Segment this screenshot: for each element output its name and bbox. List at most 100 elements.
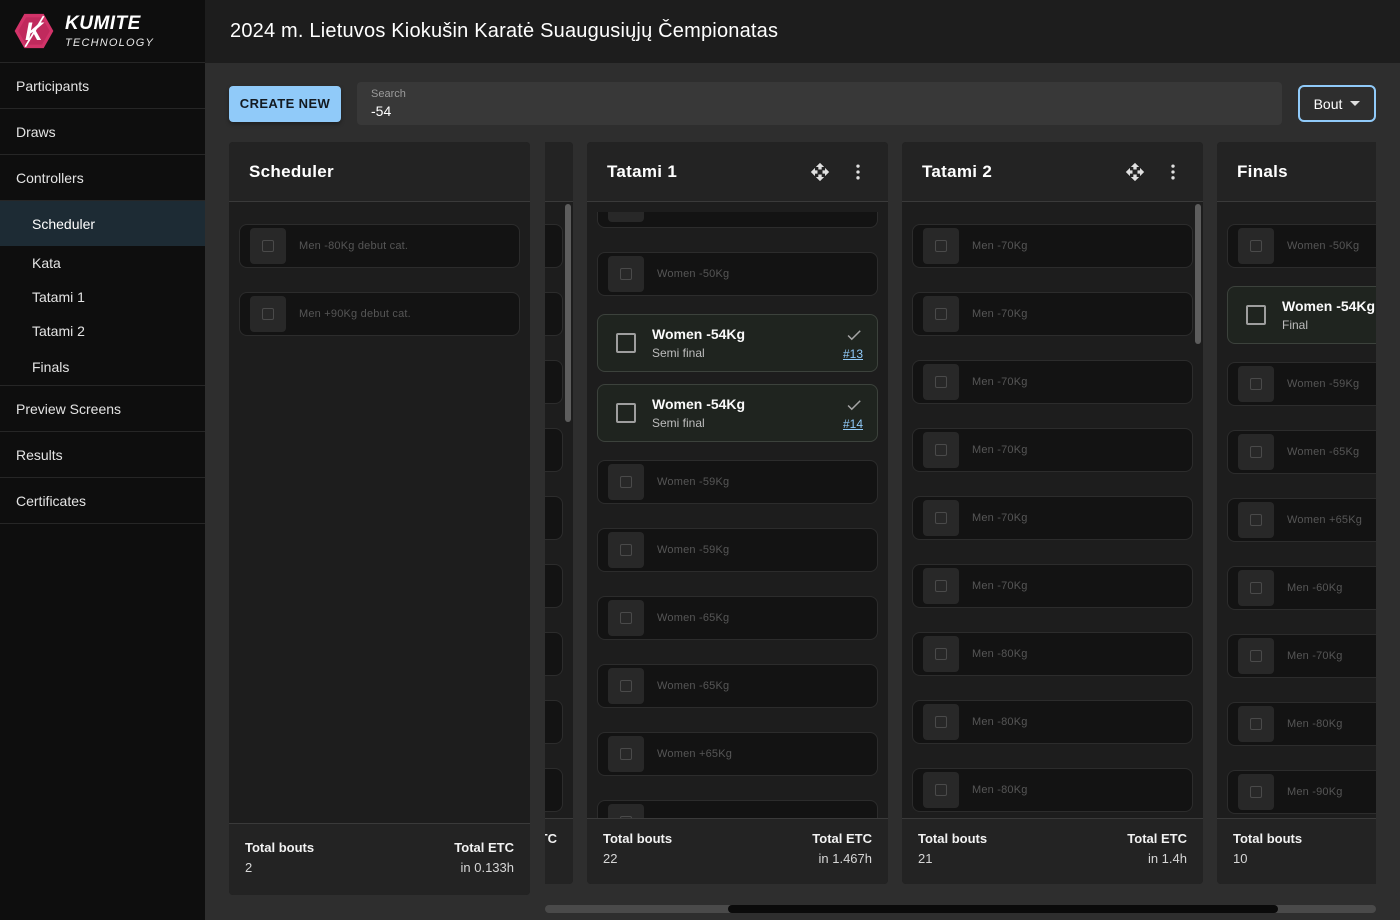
checkbox-placeholder-icon [1238, 366, 1274, 402]
checkbox-placeholder-icon [923, 772, 959, 808]
sidebar-item-participants[interactable]: Participants [0, 63, 205, 109]
bout-card[interactable]: Women -50Kg [597, 252, 878, 296]
checkbox-placeholder-icon [1238, 228, 1274, 264]
column-menu-icon[interactable] [848, 162, 868, 182]
move-column-icon[interactable] [810, 162, 830, 182]
move-column-icon[interactable] [1125, 162, 1145, 182]
bout-card[interactable]: Women -50Kg [1227, 224, 1376, 268]
checkbox-placeholder-icon [608, 804, 644, 818]
bout-card[interactable]: Men -90Kg [1227, 770, 1376, 814]
checkbox-placeholder-icon [1238, 570, 1274, 606]
bout-card[interactable]: Men -80Kg debut cat. [239, 224, 520, 268]
checkbox-placeholder-icon [608, 464, 644, 500]
sidebar-item-kata[interactable]: Kata [0, 246, 205, 280]
checkbox-placeholder-icon [1238, 638, 1274, 674]
horizontal-scrollbar-thumb[interactable] [728, 905, 1278, 913]
app-logo: K KUMITE TECHNOLOGY [0, 0, 205, 63]
bout-card[interactable]: Men -70Kg [912, 564, 1193, 608]
column-finals: Finals Women -50Kg Women -54Kg Final [1217, 142, 1376, 884]
bout-card[interactable]: Women -65Kg [597, 596, 878, 640]
sidebar-item-scheduler[interactable]: Scheduler [0, 201, 205, 246]
sidebar-item-certificates[interactable]: Certificates [0, 478, 205, 524]
bout-card[interactable] [545, 632, 563, 676]
bout-checkbox[interactable] [1246, 305, 1266, 325]
checkbox-placeholder-icon [923, 704, 959, 740]
sidebar-item-tatami-2[interactable]: Tatami 2 [0, 314, 205, 348]
checkbox-placeholder-icon [923, 296, 959, 332]
bout-card[interactable]: Women -59Kg [597, 460, 878, 504]
column-tatami-2-footer: Total bouts 21 Total ETC in 1.4h [902, 818, 1203, 884]
main-content: CREATE NEW Search -54 Bout Scheduler Men… [205, 63, 1400, 920]
bout-card[interactable] [545, 700, 563, 744]
column-tatami-1-header: Tatami 1 [587, 142, 888, 202]
bout-card[interactable] [545, 496, 563, 540]
create-new-button[interactable]: CREATE NEW [229, 86, 341, 122]
bout-card[interactable]: Men -70Kg [912, 224, 1193, 268]
brand-text: KUMITE TECHNOLOGY [65, 13, 154, 49]
bout-card[interactable] [545, 768, 563, 812]
total-bouts-value: 10 [1233, 851, 1302, 866]
bout-card[interactable]: Women -65Kg [597, 664, 878, 708]
total-etc-label: Total ETC [545, 831, 557, 846]
columns-scroll-region: Total ETC Tatami 1 [545, 142, 1376, 884]
bout-number-link[interactable]: #13 [843, 347, 863, 361]
checkbox-placeholder-icon [923, 500, 959, 536]
checkbox-placeholder-icon [1238, 774, 1274, 810]
column-title: Finals [1237, 162, 1288, 182]
bout-checkbox[interactable] [616, 403, 636, 423]
column-menu-icon[interactable] [1163, 162, 1183, 182]
page-title: 2024 m. Lietuvos Kiokušin Karatė Suaugus… [230, 20, 778, 43]
bout-card-partial[interactable] [597, 800, 878, 818]
checkbox-placeholder-icon [923, 568, 959, 604]
sidebar-item-results[interactable]: Results [0, 432, 205, 478]
bout-card-selected[interactable]: Women -54Kg Final [1227, 286, 1376, 344]
total-etc-label: Total ETC [1127, 831, 1187, 846]
bout-card[interactable]: Men -80Kg [1227, 702, 1376, 746]
sidebar-item-finals[interactable]: Finals [0, 348, 205, 386]
column-tatami-2-list: Men -70Kg Men -70Kg Men -70Kg Men -70Kg [902, 202, 1203, 818]
bout-checkbox[interactable] [616, 333, 636, 353]
horizontal-scrollbar-track[interactable] [545, 905, 1376, 913]
bout-number-link[interactable]: #14 [843, 417, 863, 431]
sidebar-item-preview-screens[interactable]: Preview Screens [0, 386, 205, 432]
bout-card[interactable] [545, 428, 563, 472]
total-bouts-label: Total bouts [603, 831, 672, 846]
bout-card[interactable]: Women -59Kg [597, 528, 878, 572]
toolbar: CREATE NEW Search -54 Bout [229, 82, 1376, 125]
bout-card[interactable]: Men -80Kg [912, 700, 1193, 744]
bout-card[interactable]: Men -70Kg [912, 496, 1193, 540]
vertical-scrollbar[interactable] [1195, 204, 1201, 344]
bout-card[interactable]: Women +65Kg [597, 732, 878, 776]
search-value: -54 [371, 103, 1268, 119]
bout-card[interactable] [545, 224, 563, 268]
total-etc-label: Total ETC [454, 840, 514, 855]
bout-card-selected[interactable]: Women -54Kg Semi final #14 [597, 384, 878, 442]
bout-card[interactable]: Men +90Kg debut cat. [239, 292, 520, 336]
bout-card[interactable]: Women -59Kg [1227, 362, 1376, 406]
bout-filter-dropdown[interactable]: Bout [1298, 85, 1376, 122]
bout-card-selected[interactable]: Women -54Kg Semi final #13 [597, 314, 878, 372]
bout-card-partial[interactable] [597, 212, 878, 228]
bout-card[interactable]: Men -80Kg [912, 632, 1193, 676]
column-title: Tatami 1 [607, 162, 677, 182]
bout-card[interactable]: Men -70Kg [1227, 634, 1376, 678]
bout-stage: Semi final [652, 346, 843, 360]
sidebar-item-tatami-1[interactable]: Tatami 1 [0, 280, 205, 314]
bout-card[interactable]: Men -60Kg [1227, 566, 1376, 610]
bout-card[interactable]: Women -65Kg [1227, 430, 1376, 474]
bout-card[interactable]: Men -70Kg [912, 292, 1193, 336]
vertical-scrollbar[interactable] [565, 204, 571, 422]
bout-card[interactable]: Men -70Kg [912, 360, 1193, 404]
bout-card[interactable]: Men -80Kg [912, 768, 1193, 812]
checkbox-placeholder-icon [1238, 502, 1274, 538]
checkbox-placeholder-icon [250, 296, 286, 332]
bout-card[interactable] [545, 360, 563, 404]
bout-card[interactable]: Women +65Kg [1227, 498, 1376, 542]
bout-card[interactable] [545, 564, 563, 608]
sidebar-item-draws[interactable]: Draws [0, 109, 205, 155]
search-input[interactable]: Search -54 [357, 82, 1282, 125]
sidebar-item-controllers[interactable]: Controllers [0, 155, 205, 201]
bout-card[interactable] [545, 292, 563, 336]
bout-card[interactable]: Men -70Kg [912, 428, 1193, 472]
total-bouts-label: Total bouts [1233, 831, 1302, 846]
